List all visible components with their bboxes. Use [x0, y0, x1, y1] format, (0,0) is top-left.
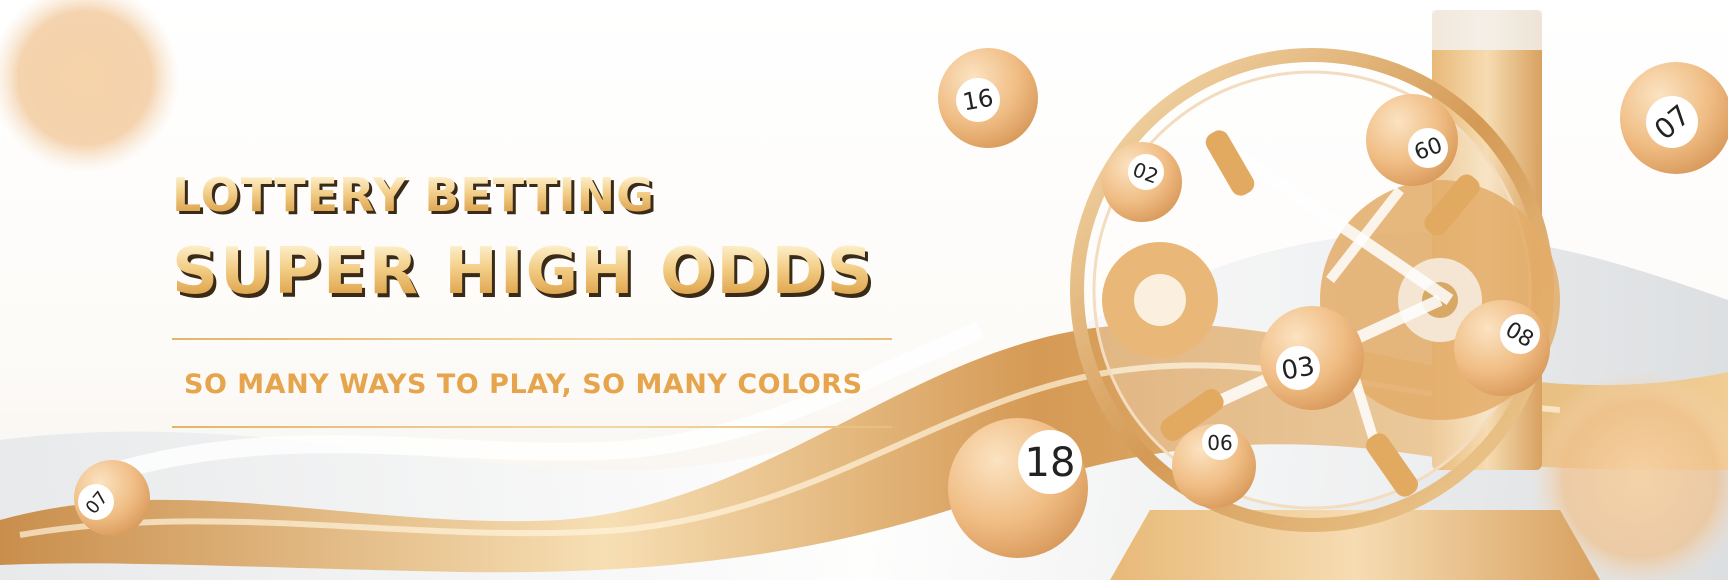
subtitle-tagline: SO MANY WAYS TO PLAY, SO MANY COLORS	[184, 369, 863, 400]
ball-number: 18	[1025, 440, 1076, 486]
ball-bottom-left: 07	[74, 460, 150, 536]
headline-block: LOTTERY BETTING SUPER HIGH ODDS SO MANY …	[172, 168, 902, 438]
blurred-ball-top-left	[0, 0, 180, 173]
ball-drum-02: 02	[1102, 142, 1182, 222]
headline-super-high-odds: SUPER HIGH ODDS	[172, 235, 875, 309]
ball-drum-09: 09	[1366, 94, 1458, 186]
headline-lottery-betting: LOTTERY BETTING	[172, 168, 655, 222]
ball-bottom-center: 18	[948, 418, 1088, 558]
ball-number: 06	[1207, 431, 1232, 455]
ball-drum-08: 08	[1454, 300, 1550, 396]
ball-drum-03: 03	[1260, 306, 1364, 410]
ball-top-center: 16	[938, 48, 1038, 148]
ball-drum-06: 06	[1172, 424, 1256, 508]
ball-number: 03	[1279, 351, 1317, 386]
ball-top-right: 07	[1620, 62, 1728, 174]
divider-bottom	[172, 426, 892, 428]
lottery-banner: 16 07 07 18 02 09 03 08 06 LOTTERY BETTI…	[0, 0, 1728, 580]
ball-number: 16	[961, 84, 996, 117]
divider-top	[172, 338, 892, 340]
